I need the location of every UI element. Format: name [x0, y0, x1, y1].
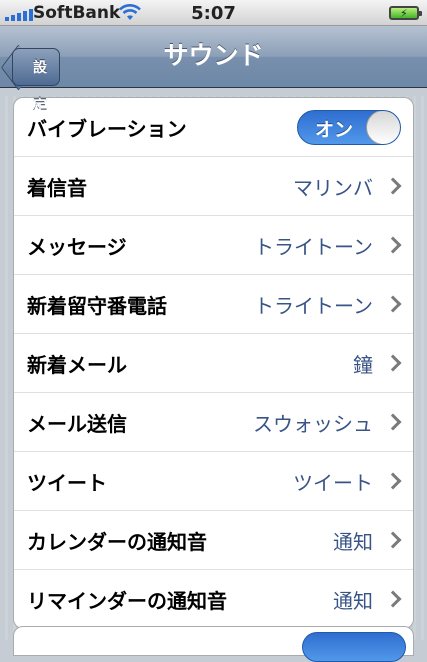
back-button[interactable]: 設定	[12, 48, 60, 114]
row-value: トライトーン	[254, 234, 373, 259]
row-value: トライトーン	[254, 293, 373, 318]
sound-row-reminder[interactable]: リマインダーの通知音 通知	[14, 570, 413, 628]
row-label: ツイート	[27, 470, 107, 495]
row-label: カレンダーの通知音	[27, 529, 207, 554]
row-value: 通知	[333, 588, 373, 613]
row-value: マリンバ	[293, 175, 373, 200]
row-value: スウォッシュ	[253, 411, 373, 436]
next-toggle[interactable]	[302, 632, 406, 662]
chevron-right-icon	[384, 472, 402, 490]
row-value: 通知	[333, 529, 373, 554]
page-title: サウンド	[163, 41, 264, 70]
chevron-right-icon	[384, 236, 402, 254]
navigation-bar: サウンド 設定	[0, 26, 427, 114]
vibration-toggle[interactable]: オン	[297, 110, 401, 145]
row-label: リマインダーの通知音	[27, 588, 227, 613]
row-label: 新着留守番電話	[27, 293, 167, 318]
chevron-right-icon	[384, 590, 402, 608]
row-label: メール送信	[27, 411, 127, 436]
sound-row-sent-mail[interactable]: メール送信 スウォッシュ	[14, 393, 413, 452]
status-bar: SoftBank 5:07 ⚡	[0, 0, 427, 26]
row-value: 鐘	[353, 352, 373, 377]
toggle-knob[interactable]	[366, 111, 400, 144]
vibration-label: バイブレーション	[27, 116, 187, 141]
sound-row-ringtone[interactable]: 着信音 マリンバ	[14, 157, 413, 216]
clock: 5:07	[191, 3, 236, 24]
chevron-right-icon	[384, 413, 402, 431]
vibration-row: バイブレーション オン	[14, 98, 413, 157]
sound-row-voicemail[interactable]: 新着留守番電話 トライトーン	[14, 275, 413, 334]
toggle-on-label: オン	[315, 119, 354, 141]
row-label: 着信音	[27, 175, 87, 200]
sound-row-message[interactable]: メッセージ トライトーン	[14, 216, 413, 275]
row-label: メッセージ	[27, 234, 127, 259]
battery-charging-icon: ⚡	[389, 6, 422, 20]
row-label: 新着メール	[27, 352, 127, 377]
chevron-right-icon	[384, 295, 402, 313]
chevron-right-icon	[384, 531, 402, 549]
row-value: ツイート	[293, 470, 373, 495]
sound-settings-group: バイブレーション オン 着信音 マリンバ メッセージ トライトーン 新着留守番電…	[13, 97, 414, 629]
chevron-right-icon	[384, 177, 402, 195]
sound-row-new-mail[interactable]: 新着メール 鐘	[14, 334, 413, 393]
sound-row-calendar[interactable]: カレンダーの通知音 通知	[14, 511, 413, 570]
chevron-right-icon	[384, 354, 402, 372]
sound-row-tweet[interactable]: ツイート ツイート	[14, 452, 413, 511]
